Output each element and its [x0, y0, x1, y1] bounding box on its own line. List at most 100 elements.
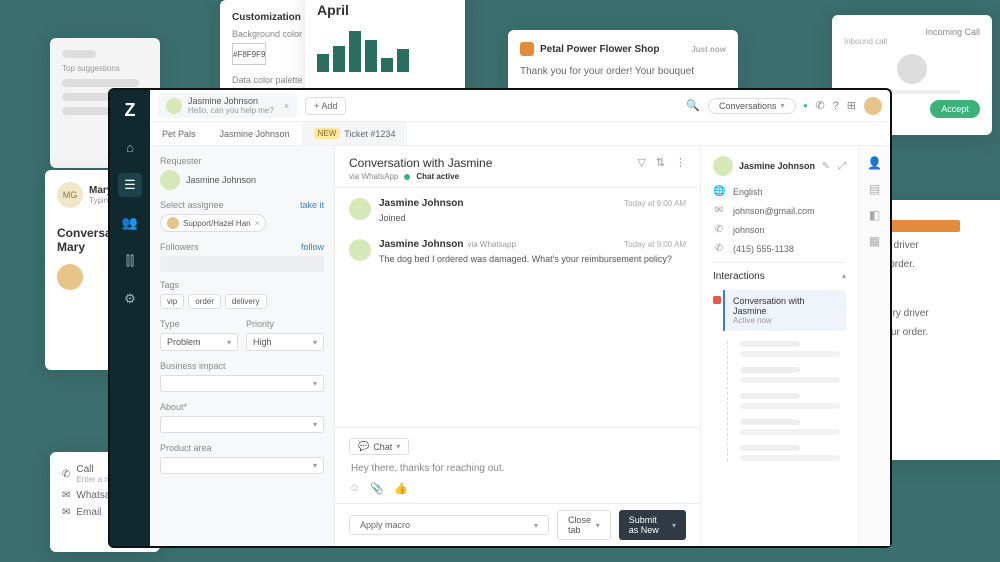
help-icon[interactable]: ? [833, 100, 839, 112]
compose-channel-select[interactable]: 💬Chat▾ [349, 438, 409, 455]
chat-status: Chat active [416, 172, 459, 181]
email-icon: ✉ [62, 507, 70, 518]
avatar [167, 217, 179, 229]
phone-icon: ✆ [713, 243, 725, 254]
conversation-title: Conversation with Jasmine [349, 156, 686, 170]
subtab-jasmine[interactable]: Jasmine Johnson [208, 122, 302, 145]
chevron-down-icon: ▾ [781, 101, 785, 110]
phone-icon[interactable]: ✆ [815, 99, 824, 112]
apps-rail: 👤 ▤ ◧ ▦ [858, 146, 890, 546]
impact-select[interactable]: ▾ [160, 375, 324, 392]
app-icon[interactable]: ◧ [869, 208, 880, 222]
lang-row: 🌐English [713, 186, 846, 197]
app2-icon[interactable]: ▦ [869, 234, 880, 248]
user-icon[interactable]: 👤 [867, 156, 882, 170]
nav-customers[interactable]: 👥 [118, 211, 142, 235]
apps-icon[interactable]: ⊞ [847, 99, 856, 112]
subtabs: Pet Pals Jasmine Johnson NEW Ticket #123… [150, 122, 890, 146]
close-tab-button[interactable]: Close tab▾ [557, 510, 611, 540]
more-icon[interactable]: ⋮ [675, 156, 686, 169]
follow-link[interactable]: follow [301, 242, 324, 252]
compose-textarea[interactable]: Hey there, thanks for reaching out. [349, 455, 686, 482]
search-icon[interactable]: 🔍 [686, 99, 700, 112]
interaction-timeline [727, 341, 846, 461]
list-icon: ☰ [124, 177, 136, 193]
nav-home[interactable]: ⌂ [118, 135, 142, 159]
gear-icon: ⚙ [124, 291, 136, 307]
nav-reports[interactable]: ⫿⫿ [118, 249, 142, 273]
impact-label: Business impact [160, 361, 226, 371]
ticket-properties-panel: Requester Jasmine Johnson Select assigne… [150, 146, 335, 546]
email-icon: ✉ [713, 205, 725, 216]
context-panel: Jasmine Johnson ✎ ⤢ 🌐English ✉johnson@gm… [700, 146, 890, 546]
tags-field[interactable]: vip order delivery [160, 294, 324, 309]
tab-preview: Hello, can you help me? [188, 106, 274, 115]
active-indicator-icon [713, 296, 721, 304]
message-row: Jasmine Johnson Today at 9:00 AM Joined [349, 198, 686, 225]
profile-avatar[interactable] [864, 97, 882, 115]
message-row: Jasmine Johnson via Whatsapp Today at 9:… [349, 239, 686, 266]
subtab-petpals[interactable]: Pet Pals [150, 122, 208, 145]
close-icon[interactable]: × [284, 101, 289, 111]
assignee-pill[interactable]: Support/Hazel Han × [160, 214, 266, 232]
interactions-section[interactable]: Interactions▴ [713, 262, 846, 290]
requester-field[interactable]: Jasmine Johnson [160, 170, 324, 190]
nav-views[interactable]: ☰ [118, 173, 142, 197]
conversation-panel: ▽ ⇅ ⋮ Conversation with Jasmine via What… [335, 146, 700, 546]
thumbs-up-icon[interactable]: 👍 [394, 482, 408, 495]
chevron-down-icon: ▾ [313, 338, 317, 347]
about-select[interactable]: ▾ [160, 416, 324, 433]
sidebar: Z ⌂ ☰ 👥 ⫿⫿ ⚙ [110, 90, 150, 546]
apply-macro-select[interactable]: Apply macro▾ [349, 515, 549, 535]
chevron-down-icon: ▾ [596, 521, 600, 530]
message-body: Joined [379, 212, 686, 225]
priority-select[interactable]: High▾ [246, 333, 324, 351]
requester-label: Requester [160, 156, 202, 166]
chevron-down-icon: ▾ [396, 442, 400, 451]
add-tab-button[interactable]: + Add [305, 97, 346, 115]
avatar [349, 198, 371, 220]
chat-icon[interactable]: ▪ [804, 100, 808, 112]
whatsapp-icon: ✉ [62, 490, 70, 501]
nav-admin[interactable]: ⚙ [118, 287, 142, 311]
followers-label: Followers [160, 242, 199, 252]
filter-icon[interactable]: ▽ [637, 156, 645, 169]
edit-icon[interactable]: ✎ [822, 161, 830, 172]
knowledge-icon[interactable]: ▤ [869, 182, 880, 196]
interaction-card[interactable]: Conversation with Jasmine Active now [723, 290, 846, 331]
whatsapp-icon: ✆ [713, 224, 725, 235]
chevron-down-icon: ▾ [313, 420, 317, 429]
message-author: Jasmine Johnson [379, 239, 463, 250]
handle-row: ✆johnson [713, 224, 846, 235]
tab-name: Jasmine Johnson [188, 96, 258, 106]
avatar [160, 170, 180, 190]
followers-field[interactable] [160, 256, 324, 272]
zendesk-logo-icon: Z [125, 100, 136, 121]
subtab-new-ticket[interactable]: NEW Ticket #1234 [302, 122, 408, 145]
product-label: Product area [160, 443, 212, 453]
status-dot [404, 174, 410, 180]
type-select[interactable]: Problem▾ [160, 333, 238, 351]
reports-icon: ⫿⫿ [126, 253, 134, 269]
app-window: Z ⌂ ☰ 👥 ⫿⫿ ⚙ Jasmine Johnson Hello, can … [108, 88, 892, 548]
message-via: via Whatsapp [467, 240, 515, 249]
expand-icon[interactable]: ⤢ [838, 161, 846, 172]
phone-icon: ✆ [62, 469, 70, 480]
email-row: ✉johnson@gmail.com [713, 205, 846, 216]
open-tab[interactable]: Jasmine Johnson Hello, can you help me? … [158, 93, 297, 118]
conversations-dropdown[interactable]: Conversations▾ [708, 98, 796, 114]
sort-icon[interactable]: ⇅ [656, 156, 665, 169]
submit-button[interactable]: Submit as New▾ [619, 510, 686, 540]
emoji-icon[interactable]: ☺ [349, 482, 360, 495]
take-it-link[interactable]: take it [300, 200, 324, 210]
chevron-down-icon: ▾ [672, 521, 676, 530]
phone-row: ✆(415) 555-1138 [713, 243, 846, 254]
product-select[interactable]: ▾ [160, 457, 324, 474]
tags-label: Tags [160, 280, 179, 290]
topbar: Jasmine Johnson Hello, can you help me? … [150, 90, 890, 122]
avatar [713, 156, 733, 176]
home-icon: ⌂ [126, 140, 134, 155]
attach-icon[interactable]: 📎 [370, 482, 384, 495]
via-label: via WhatsApp [349, 172, 398, 181]
close-icon: × [255, 219, 260, 228]
